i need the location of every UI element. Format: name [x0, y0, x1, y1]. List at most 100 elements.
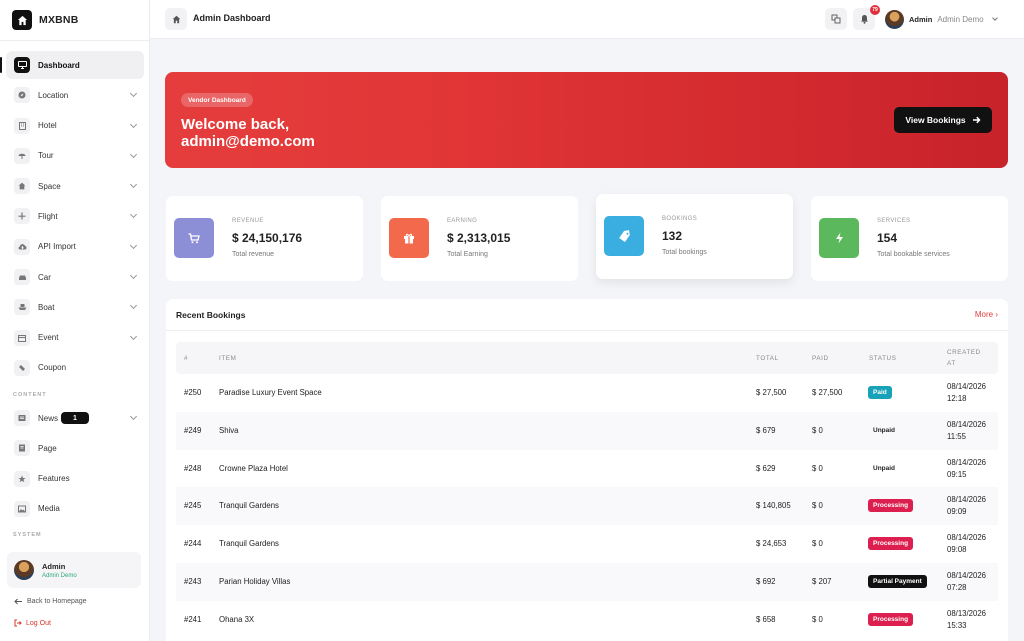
booking-id: #248	[184, 463, 202, 473]
cloud-download-icon	[14, 238, 30, 255]
home-button[interactable]	[165, 8, 187, 30]
car-icon	[14, 269, 30, 286]
stat-value: 154	[877, 231, 898, 245]
booking-total: $ 658	[756, 614, 776, 624]
brand-name: MXBNB	[39, 14, 79, 26]
booking-date: 08/14/2026	[947, 571, 987, 580]
table-row[interactable]: #250 Paradise Luxury Event Space $ 27,500 $…	[176, 374, 998, 412]
sidebar-item-label: Features	[38, 474, 70, 484]
page-icon	[14, 440, 30, 457]
sidebar-item-location[interactable]: Location	[6, 81, 144, 109]
stat-caption: REVENUE	[232, 218, 264, 224]
column-header-status: STATUS	[869, 355, 897, 362]
booking-total: $ 140,805	[756, 501, 791, 511]
view-bookings-button[interactable]: View Bookings	[894, 107, 992, 133]
sidebar-item-label: Dashboard	[38, 60, 80, 70]
booking-time: 09:08	[947, 545, 967, 555]
avatar	[885, 9, 904, 29]
sidebar-item-label: Boat	[38, 302, 55, 312]
sidebar-item-dashboard[interactable]: Dashboard	[0, 51, 144, 79]
booking-id: #243	[184, 577, 202, 586]
star-icon	[14, 470, 30, 487]
table-header: # ITEM TOTAL PAID STATUS CREATED AT	[176, 342, 998, 374]
booking-paid: $ 0	[812, 501, 823, 511]
booking-item[interactable]: Paradise Luxury Event Space	[219, 387, 322, 399]
status-badge: Processing	[868, 499, 914, 513]
booking-item[interactable]: Tranquil Gardens	[219, 500, 279, 512]
sidebar-item-media[interactable]: Media	[6, 495, 144, 523]
notification-count-badge: 79	[870, 5, 880, 15]
sidebar-item-tour[interactable]: Tour	[6, 142, 144, 170]
sidebar: MXBNB Dashboard Location Hotel Tour Space Fli…	[0, 0, 150, 641]
more-link[interactable]: More ›	[975, 310, 998, 319]
language-button[interactable]	[825, 8, 847, 30]
booking-date: 08/14/2026	[947, 419, 987, 429]
status-badge: Processing	[868, 612, 914, 626]
sidebar-item-features[interactable]: Features	[6, 465, 144, 493]
stat-card-bookings: BOOKINGS 132 Total bookings	[596, 194, 793, 279]
sidebar-item-label: Car	[38, 272, 51, 282]
stat-subtitle: Total Earning	[447, 251, 488, 258]
sidebar-item-flight[interactable]: Flight	[6, 202, 144, 230]
booking-paid: $ 0	[812, 614, 823, 624]
table-row[interactable]: #245 Tranquil Gardens $ 140,805 $ 0 Processi…	[176, 487, 998, 526]
table-row[interactable]: #241 Ohana 3X $ 658 $ 0 Processing 08/13/2026…	[176, 601, 998, 639]
status-badge: Unpaid	[873, 464, 896, 472]
booking-paid: $ 0	[812, 463, 823, 473]
column-header-item: ITEM	[219, 355, 237, 362]
avatar	[14, 560, 34, 580]
tag-icon	[604, 216, 644, 256]
user-menu[interactable]: Admin Admin Demo	[883, 7, 1007, 31]
table-row[interactable]: #248 Crowne Plaza Hotel $ 629 $ 0 Unpaid 08/1…	[176, 450, 998, 488]
sidebar-item-label: API Import	[38, 242, 76, 252]
page-title: Admin Dashboard	[193, 13, 271, 23]
booking-item[interactable]: Tranquil Gardens	[219, 538, 279, 550]
booking-total: $ 692	[756, 577, 776, 586]
user-card[interactable]: Admin Admin Demo	[7, 552, 141, 588]
bell-icon	[860, 15, 868, 24]
booking-total: $ 27,500	[756, 388, 787, 397]
sidebar-item-label: Space	[38, 181, 61, 191]
sidebar-item-coupon[interactable]: Coupon	[6, 354, 144, 382]
user-role: Admin Demo	[42, 572, 77, 579]
status-badge: Processing	[868, 537, 914, 551]
cart-icon	[174, 218, 214, 258]
sidebar-item-hotel[interactable]: Hotel	[6, 112, 144, 140]
booking-time: 11:55	[947, 431, 966, 441]
table-row[interactable]: #243 Parian Holiday Villas $ 692 $ 207 Parti…	[176, 563, 998, 601]
booking-paid: $ 0	[812, 425, 823, 435]
logout-link[interactable]: Log Out	[14, 619, 51, 627]
back-to-homepage-link[interactable]: Back to Homepage	[14, 598, 87, 605]
user-name: Admin	[909, 14, 933, 24]
panel-title: Recent Bookings	[176, 310, 246, 320]
sidebar-item-label: Event	[38, 333, 59, 343]
booking-date: 08/14/2026	[947, 457, 987, 467]
sidebar-item-boat[interactable]: Boat	[6, 293, 144, 321]
chevron-down-icon	[991, 15, 998, 21]
stat-card-earning: EARNING $ 2,313,015 Total Earning	[381, 196, 578, 281]
stat-subtitle: Total revenue	[232, 251, 275, 258]
sidebar-item-event[interactable]: Event	[6, 324, 144, 352]
ship-icon	[14, 299, 30, 316]
sidebar-item-api-import[interactable]: API Import	[6, 233, 144, 261]
brand[interactable]: MXBNB	[0, 0, 149, 40]
sidebar-item-car[interactable]: Car	[6, 263, 144, 291]
booking-item[interactable]: Crowne Plaza Hotel	[219, 463, 288, 475]
table-row[interactable]: #244 Tranquil Gardens $ 24,653 $ 0 Processin…	[176, 525, 998, 563]
booking-date: 08/14/2026	[947, 495, 987, 505]
booking-item[interactable]: Shiva	[219, 425, 239, 437]
booking-time: 09:09	[947, 507, 967, 517]
stat-card-revenue: REVENUE $ 24,150,176 Total revenue	[166, 196, 363, 281]
sidebar-item-page[interactable]: Page	[6, 434, 144, 462]
sidebar-item-space[interactable]: Space	[6, 172, 144, 200]
booking-item[interactable]: Ohana 3X	[219, 614, 254, 626]
translate-icon	[831, 14, 841, 24]
stat-value: $ 2,313,015	[447, 231, 511, 245]
section-title-system: SYSTEM	[13, 532, 42, 538]
table-row[interactable]: #249 Shiva $ 679 $ 0 Unpaid 08/14/2026 11:55	[176, 411, 998, 450]
user-role: Admin Demo	[937, 14, 984, 24]
newspaper-icon	[14, 410, 30, 426]
booking-item[interactable]: Parian Holiday Villas	[219, 576, 290, 588]
welcome-title: Welcome back, admin@demo.com	[181, 116, 315, 150]
stat-subtitle: Total bookable services	[877, 251, 950, 258]
